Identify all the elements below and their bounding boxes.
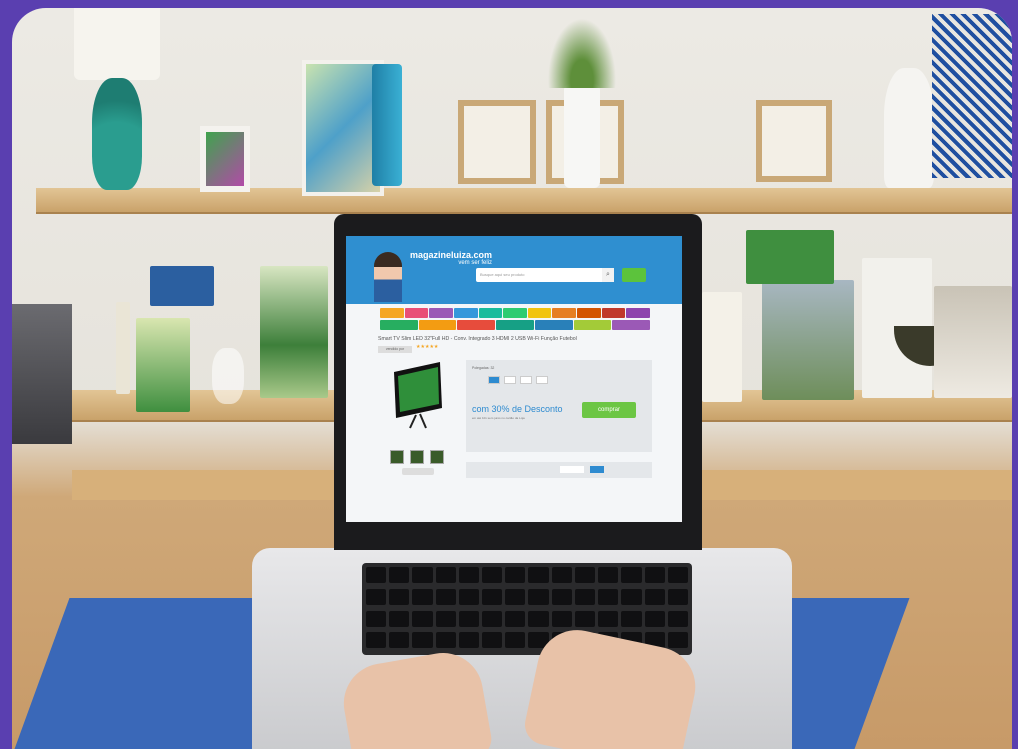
living-room-scene: magazineluiza.com vem ser feliz Busque a… [12,8,1012,749]
category-item[interactable] [478,308,503,318]
blue-vase [372,64,402,186]
zip-code-button[interactable] [590,466,604,473]
category-item[interactable] [573,319,612,330]
size-label: Polegadas: 32 [472,366,495,370]
book-green-spine [746,230,834,284]
book-stack-right [934,286,1012,398]
category-item[interactable] [429,308,453,318]
book-tree-cover [260,266,328,398]
category-item[interactable] [626,308,651,318]
category-item[interactable] [496,319,534,330]
book-blue [150,266,214,306]
chair-left [12,304,72,444]
site-header: magazineluiza.com vem ser feliz Busque a… [346,236,682,304]
buy-button[interactable]: comprar [582,402,636,418]
category-menu [380,308,651,330]
category-item[interactable] [601,308,626,318]
size-option[interactable] [488,376,500,384]
geometric-art [932,14,1012,178]
small-picture-frame [200,126,250,192]
size-option[interactable] [536,376,548,384]
upper-shelf [36,188,1012,214]
product-title: Smart TV Slim LED 32"Full HD - Conv. Int… [378,336,577,342]
lamp-shade [74,8,160,80]
product-thumbnail[interactable] [430,450,444,464]
category-item[interactable] [577,308,601,318]
search-input[interactable]: Busque aqui seu produto [476,268,612,282]
plant-leaves [542,8,622,88]
category-item[interactable] [418,319,457,330]
category-item[interactable] [527,308,552,318]
category-item[interactable] [503,308,527,318]
category-item[interactable] [453,308,478,318]
cart-icon[interactable] [622,268,646,282]
category-item[interactable] [380,308,404,318]
mascot-avatar [374,252,402,302]
laptop-keyboard [362,563,692,655]
white-vase [884,68,934,188]
category-item[interactable] [404,308,429,318]
category-item[interactable] [457,319,496,330]
product-thumbnail[interactable] [410,450,424,464]
shipping-panel [466,462,652,478]
book-spine-right-1 [702,292,742,402]
laptop-screen: magazineluiza.com vem ser feliz Busque a… [346,236,682,522]
category-item[interactable] [612,319,651,330]
product-thumbnail[interactable] [390,450,404,464]
discount-text: com 30% de Desconto [472,404,563,414]
thumbnail-strip [390,450,444,464]
category-item[interactable] [380,319,418,330]
zip-code-input[interactable] [560,466,584,473]
lamp-base [92,78,142,190]
size-option[interactable] [520,376,532,384]
size-option[interactable] [504,376,516,384]
share-button[interactable] [402,468,434,475]
rating-stars: ★★★★★ [416,344,439,350]
book-climber-cover [762,280,854,400]
wood-frame-left [458,100,536,184]
video-frame: magazineluiza.com vem ser feliz Busque a… [0,0,1018,749]
product-image[interactable] [392,360,444,430]
book-stack-left [116,302,130,394]
plant-pot [564,84,600,188]
discount-subtext: em até 10x sem juros no cartão da Loja [472,416,525,420]
category-item[interactable] [552,308,577,318]
wood-frame-right [756,100,832,182]
book-green [136,318,190,412]
seller-badge: vendido por [378,346,412,353]
category-item[interactable] [534,319,573,330]
site-logo[interactable]: magazineluiza.com vem ser feliz [410,250,492,266]
search-icon[interactable]: ⌕ [602,268,614,282]
glass-candle [212,348,244,404]
